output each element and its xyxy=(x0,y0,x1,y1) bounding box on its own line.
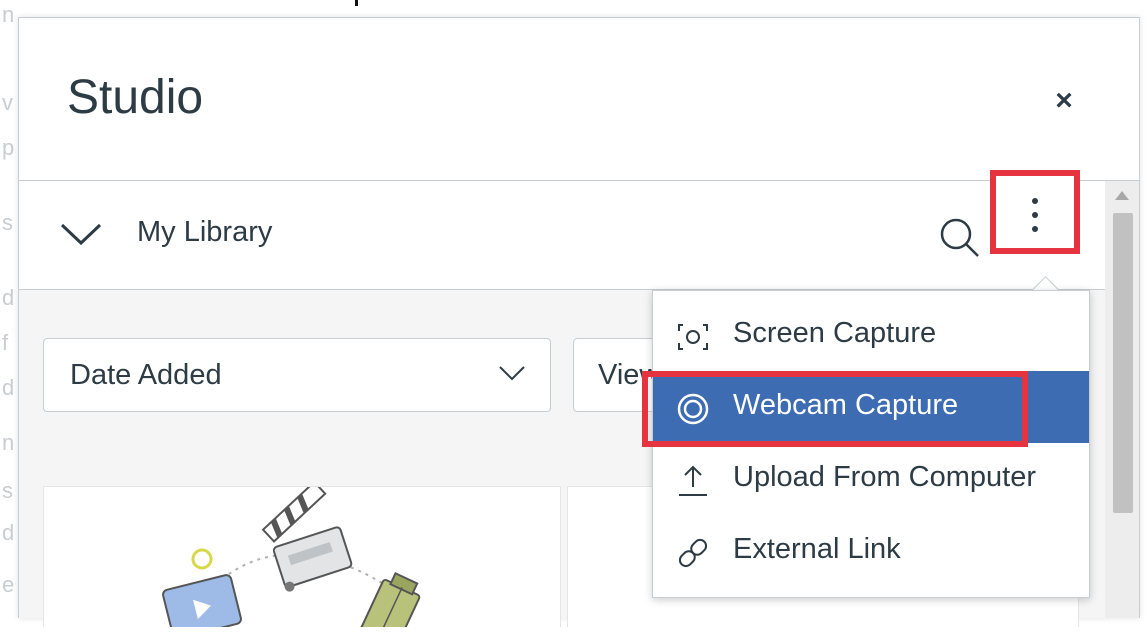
kebab-dot xyxy=(1032,198,1038,204)
webcam-icon xyxy=(677,393,709,425)
kebab-dot xyxy=(1032,212,1038,218)
modal-header: Studio × xyxy=(19,18,1139,181)
chevron-down-icon xyxy=(499,366,525,381)
chevron-down-icon[interactable] xyxy=(59,217,103,247)
scroll-thumb[interactable] xyxy=(1113,213,1133,513)
media-card[interactable] xyxy=(43,480,561,632)
menu-item-label: Screen Capture xyxy=(733,317,937,349)
menu-item-label: Webcam Capture xyxy=(733,389,959,421)
library-selector-label[interactable]: My Library xyxy=(137,216,272,249)
scrollbar[interactable] xyxy=(1105,181,1139,618)
sort-select[interactable]: Date Added xyxy=(43,338,551,412)
library-toolbar: My Library xyxy=(19,181,1105,290)
background-page-top xyxy=(0,0,1148,8)
menu-item-label: External Link xyxy=(733,533,901,565)
search-icon[interactable] xyxy=(937,215,981,259)
menu-item-webcam-capture[interactable]: Webcam Capture xyxy=(653,371,1089,443)
text-cursor xyxy=(355,0,358,6)
sort-select-value: Date Added xyxy=(70,359,222,391)
background-page: n v p s d f d n s d e xyxy=(0,0,20,617)
media-illustration xyxy=(162,480,421,632)
capture-options-menu: Screen Capture Webcam Capture Upload Fro… xyxy=(652,290,1090,598)
menu-item-screen-capture[interactable]: Screen Capture xyxy=(653,299,1089,371)
menu-item-external-link[interactable]: External Link xyxy=(653,515,1089,587)
screen-capture-icon xyxy=(678,324,708,350)
link-icon xyxy=(678,538,708,568)
scroll-up-arrow[interactable] xyxy=(1115,191,1129,200)
upload-icon xyxy=(679,465,707,496)
view-select-value: View xyxy=(598,359,661,391)
close-button[interactable]: × xyxy=(1049,86,1079,116)
more-options-button[interactable] xyxy=(990,170,1080,254)
kebab-dot xyxy=(1032,226,1038,232)
menu-item-upload-from-computer[interactable]: Upload From Computer xyxy=(653,443,1089,515)
modal-title: Studio xyxy=(67,71,204,124)
menu-item-label: Upload From Computer xyxy=(733,461,1036,493)
